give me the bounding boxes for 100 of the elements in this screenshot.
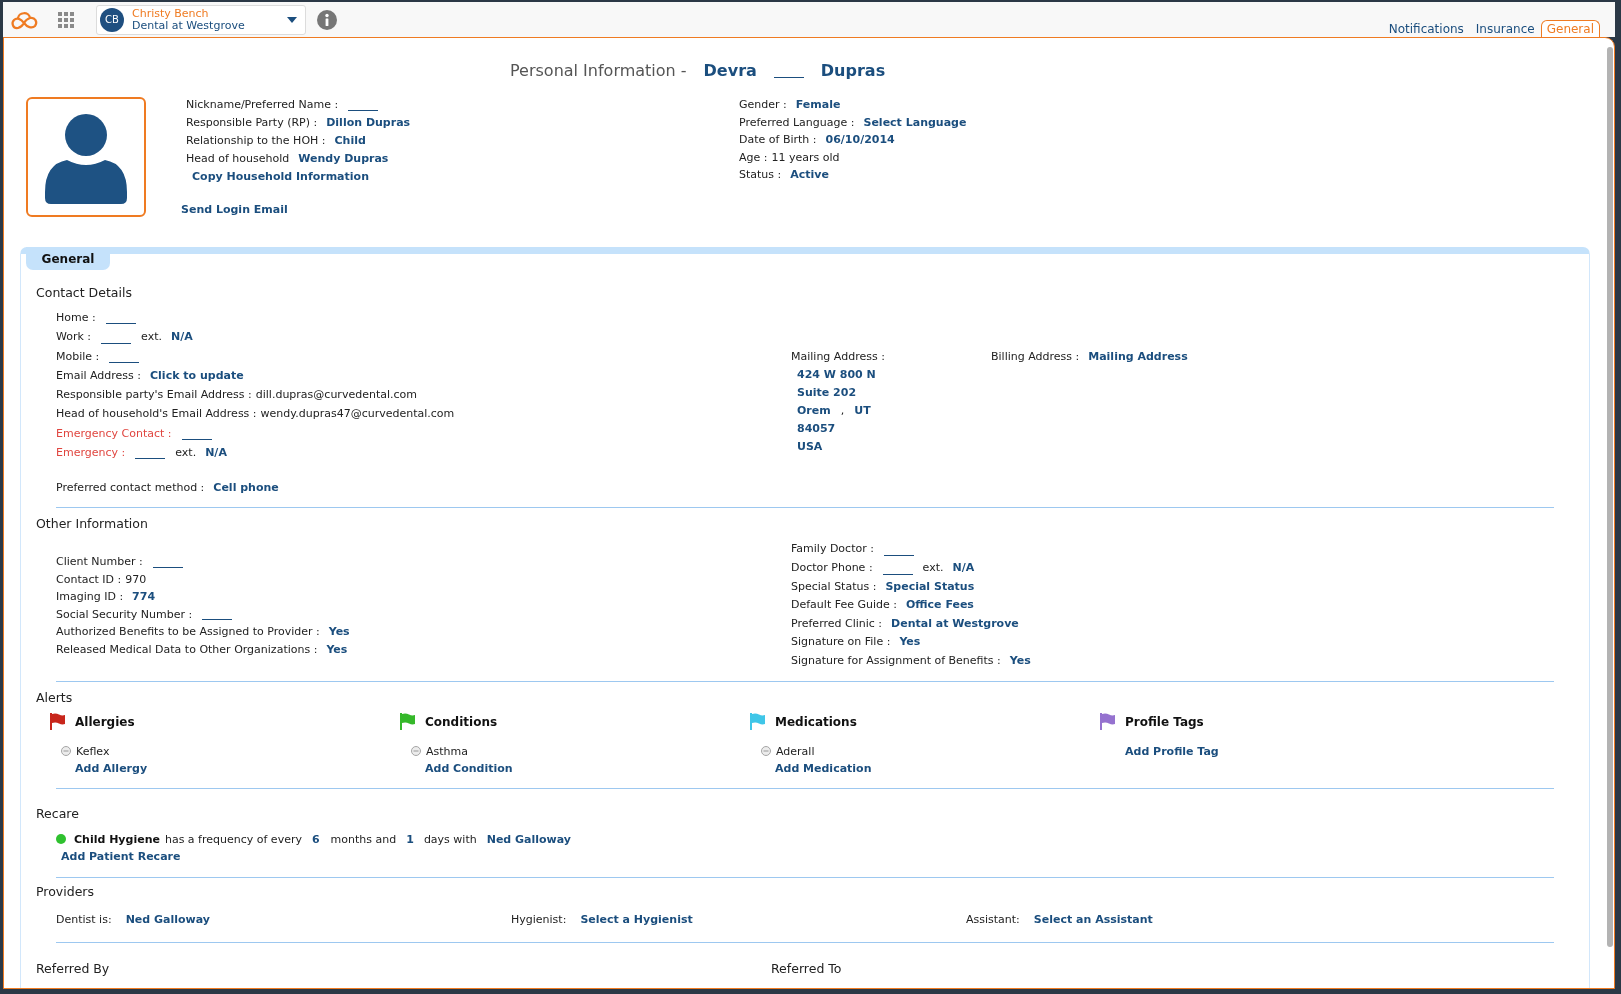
field-label: Default Fee Guide : <box>791 597 897 614</box>
field-label: Status : <box>739 167 782 183</box>
empty-value-line[interactable] <box>181 439 212 441</box>
value-link[interactable]: 6 <box>311 830 320 848</box>
field-label: Relationship to the HOH : <box>186 133 326 149</box>
address-city[interactable]: Orem <box>797 402 831 420</box>
value-link[interactable]: 06/10/2014 <box>825 131 895 149</box>
address-line[interactable]: USA <box>797 438 823 456</box>
empty-value-line[interactable] <box>202 619 233 621</box>
field-label: Home : <box>56 310 96 326</box>
value-link[interactable]: Cell phone <box>213 479 279 498</box>
recare-text: months and <box>330 831 397 848</box>
value-link[interactable]: Yes <box>328 623 350 641</box>
field-value: 11 years old <box>771 149 840 166</box>
add-alert-link[interactable]: Add Condition <box>425 761 513 775</box>
value-link[interactable]: Select Language <box>863 113 967 131</box>
empty-value-line[interactable] <box>773 77 804 78</box>
caret-icon <box>287 16 297 23</box>
patient-name[interactable]: Dupras <box>820 59 886 83</box>
section-tab[interactable]: General <box>26 247 110 270</box>
value-link[interactable]: 774 <box>132 588 156 606</box>
value-link[interactable]: Special Status <box>885 577 975 597</box>
field-label: Billing Address : <box>991 349 1080 365</box>
info-icon[interactable] <box>317 9 337 30</box>
value-link[interactable]: Female <box>795 96 841 114</box>
empty-value-line[interactable] <box>101 342 132 344</box>
value-link[interactable]: Dental at Westgrove <box>891 614 1019 634</box>
empty-value-line[interactable] <box>109 361 140 363</box>
value-link[interactable]: Select an Assistant <box>1033 910 1153 929</box>
user-avatar: CB <box>100 7 124 32</box>
field-label: Mailing Address : <box>791 349 885 365</box>
field-label: Assistant: <box>966 911 1020 928</box>
section-heading: Contact Details <box>36 285 132 301</box>
field-value: 970 <box>125 571 147 588</box>
empty-value-line[interactable] <box>882 573 913 575</box>
value-link[interactable]: Active <box>790 166 829 184</box>
value-link[interactable]: Mailing Address <box>1088 348 1188 366</box>
value-link[interactable]: Yes <box>899 633 921 652</box>
value-link[interactable]: Dillon Dupras <box>326 114 411 132</box>
empty-value-line[interactable] <box>135 458 166 460</box>
value-link[interactable]: Ned Galloway <box>486 830 572 848</box>
field-value: dill.dupras@curvedental.com <box>255 387 417 404</box>
address-state[interactable]: UT <box>854 402 871 420</box>
tab[interactable]: Insurance <box>1469 20 1541 37</box>
tab[interactable]: Notifications <box>1382 20 1470 37</box>
field-label: ext. <box>175 445 197 462</box>
value-link[interactable]: Yes <box>326 640 348 659</box>
value-link[interactable]: N/A <box>170 327 193 347</box>
field-label: ext. <box>141 329 162 346</box>
grid-menu-icon[interactable] <box>58 11 74 28</box>
field-label: Preferred Clinic : <box>791 615 883 632</box>
field-label: Email Address : <box>56 367 142 384</box>
add-alert-link[interactable]: Add Allergy <box>75 761 148 775</box>
field-label: ext. <box>922 559 944 576</box>
page-title: Personal Information - <box>510 60 687 82</box>
value-link[interactable]: Yes <box>1009 651 1031 671</box>
field-label: Nickname/Preferred Name : <box>186 97 339 113</box>
field-label: Signature for Assignment of Benefits : <box>791 652 1001 669</box>
value-link[interactable]: Child <box>334 132 366 150</box>
alert-item: Aderall <box>776 743 815 760</box>
user-selector[interactable]: CB Christy Bench Dental at Westgrove <box>96 4 306 35</box>
scrollbar-thumb[interactable] <box>1607 47 1613 947</box>
value-link[interactable]: Click to update <box>150 365 244 386</box>
field-label: Responsible Party (RP) : <box>186 115 318 131</box>
patient-name[interactable]: Devra <box>703 59 757 83</box>
field-label: Hygienist: <box>511 911 567 928</box>
copy-household-link[interactable]: Copy Household Information <box>192 170 369 183</box>
alert-category-title: Medications <box>775 714 857 729</box>
field-label: Social Security Number : <box>56 606 193 623</box>
section-heading: Referred By <box>36 960 110 977</box>
field-label: Special Status : <box>791 578 877 595</box>
section-heading: Referred To <box>771 960 842 977</box>
empty-value-line[interactable] <box>883 554 914 556</box>
field-label: Date of Birth : <box>739 132 817 148</box>
value-link[interactable]: Ned Galloway <box>125 910 210 929</box>
alert-item: Keflex <box>76 743 110 760</box>
field-label: Authorized Benefits to be Assigned to Provider : <box>56 624 320 641</box>
empty-value-line[interactable] <box>348 110 379 111</box>
value-link[interactable]: Wendy Dupras <box>298 150 389 168</box>
address-line[interactable]: 424 W 800 N <box>797 366 876 384</box>
value-link[interactable]: N/A <box>205 443 227 463</box>
field-label: Responsible party's Email Address : <box>56 387 252 404</box>
field-label: Imaging ID : <box>56 589 124 606</box>
address-line[interactable]: 84057 <box>797 420 836 438</box>
empty-value-line[interactable] <box>105 323 136 325</box>
add-recare-link[interactable]: Add Patient Recare <box>61 849 181 863</box>
field-label: Age : <box>739 149 768 166</box>
address-line[interactable]: Suite 202 <box>797 384 857 402</box>
value-link[interactable]: 1 <box>406 830 414 848</box>
add-alert-link[interactable]: Add Profile Tag <box>1125 744 1219 758</box>
send-login-email-link[interactable]: Send Login Email <box>181 203 288 216</box>
value-link[interactable]: N/A <box>952 558 975 578</box>
section-heading: Other Information <box>36 516 148 533</box>
value-link[interactable]: Select a Hygienist <box>580 910 693 929</box>
field-label: Doctor Phone : <box>791 559 873 576</box>
empty-value-line[interactable] <box>152 566 183 568</box>
add-alert-link[interactable]: Add Medication <box>775 761 872 775</box>
field-label: Emergency Contact : <box>56 425 172 442</box>
alert-category-title: Conditions <box>425 714 498 729</box>
value-link[interactable]: Office Fees <box>905 596 974 615</box>
